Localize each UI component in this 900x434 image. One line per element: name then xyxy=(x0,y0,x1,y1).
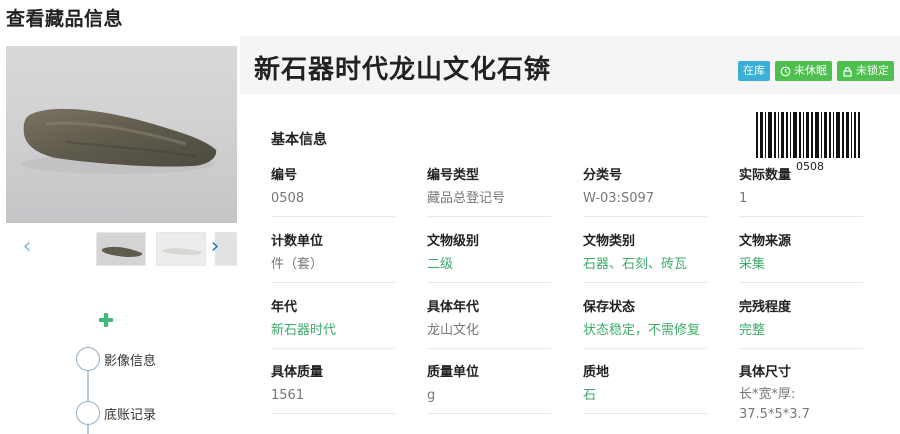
field-completeness: 完残程度 完整 xyxy=(739,296,863,349)
timeline-item-image-info[interactable]: 影像信息 xyxy=(104,350,156,369)
field-material: 质地 石 xyxy=(583,361,707,414)
lock-icon xyxy=(843,66,852,77)
badge-label: 未休眠 xyxy=(794,64,827,77)
field-specific-mass: 具体质量 1561 xyxy=(271,361,395,414)
field-label: 编号 xyxy=(271,168,298,183)
field-value: 长*宽*厚: 37.5*5*3.7 xyxy=(739,385,863,433)
gallery-next-button[interactable]: › xyxy=(208,236,222,258)
field-label: 文物类别 xyxy=(583,234,636,249)
field-value: 1 xyxy=(739,190,863,217)
field-label: 具体质量 xyxy=(271,365,324,380)
thumbnail-1[interactable] xyxy=(96,232,146,266)
page-title: 查看藏品信息 xyxy=(6,8,124,30)
status-badges: 在库 未休眠 未锁定 xyxy=(738,61,894,81)
section-title: 基本信息 xyxy=(271,132,327,148)
field-label: 计数单位 xyxy=(271,234,324,249)
size-line-1: 长*宽*厚: xyxy=(739,387,796,402)
field-label: 具体尺寸 xyxy=(739,365,792,380)
clock-icon xyxy=(780,66,791,76)
thumbnail-image xyxy=(102,246,143,257)
field-count-unit: 计数单位 件（套） xyxy=(271,230,395,283)
field-specific-era: 具体年代 龙山文化 xyxy=(427,296,551,349)
relic-name: 新石器时代龙山文化石锛 xyxy=(254,55,552,85)
timeline-item-ledger[interactable]: 底账记录 xyxy=(104,404,156,423)
field-value: 二级 xyxy=(427,256,551,283)
thumbnail-strip: ‹ › xyxy=(6,232,237,266)
field-preservation-status: 保存状态 状态稳定，不需修复 xyxy=(583,296,707,349)
field-label: 具体年代 xyxy=(427,300,480,315)
gallery-prev-button[interactable]: ‹ xyxy=(20,236,34,258)
field-mass-unit: 质量单位 g xyxy=(427,361,551,414)
field-relic-source: 文物来源 采集 xyxy=(739,230,863,283)
add-icon[interactable] xyxy=(98,312,114,328)
field-label: 质地 xyxy=(583,365,610,380)
field-value: 采集 xyxy=(739,256,863,283)
status-badge-unlocked: 未锁定 xyxy=(837,61,894,81)
field-value: g xyxy=(427,387,551,414)
thumbnail-image xyxy=(162,248,202,255)
field-era: 年代 新石器时代 xyxy=(271,296,395,349)
relic-main-image[interactable] xyxy=(6,46,237,223)
field-number: 编号 0508 xyxy=(271,164,395,217)
field-label: 保存状态 xyxy=(583,300,636,315)
field-label: 文物来源 xyxy=(739,234,792,249)
field-actual-quantity: 实际数量 1 xyxy=(739,164,863,217)
field-value: 件（套） xyxy=(271,256,395,283)
size-line-2: 37.5*5*3.7 xyxy=(739,407,810,422)
field-value: 石 xyxy=(583,387,707,414)
field-number-type: 编号类型 藏品总登记号 xyxy=(427,164,551,217)
status-badge-in-stock: 在库 xyxy=(738,61,770,81)
field-label: 年代 xyxy=(271,300,298,315)
thumbnail-2[interactable] xyxy=(156,232,206,266)
barcode-icon xyxy=(756,112,860,158)
field-label: 质量单位 xyxy=(427,365,480,380)
field-value: 完整 xyxy=(739,322,863,349)
field-value: 藏品总登记号 xyxy=(427,190,551,217)
field-value: W-03:S097 xyxy=(583,190,707,217)
field-label: 编号类型 xyxy=(427,168,480,183)
field-label: 实际数量 xyxy=(739,168,792,183)
field-value: 0508 xyxy=(271,190,395,217)
basic-info-card: 基本信息 0508 编号 0508 编号类型 藏品总登记号 分类号 W-03:S… xyxy=(240,94,900,434)
timeline-node xyxy=(76,401,100,425)
detail-panel: 新石器时代龙山文化石锛 在库 未休眠 未锁定 基本信息 0508 编号 0508… xyxy=(240,36,900,434)
field-value: 龙山文化 xyxy=(427,322,551,349)
field-value: 1561 xyxy=(271,387,395,414)
field-relic-category: 文物类别 石器、石刻、砖瓦 xyxy=(583,230,707,283)
status-badge-not-dormant: 未休眠 xyxy=(775,61,832,81)
field-relic-grade: 文物级别 二级 xyxy=(427,230,551,283)
field-value: 新石器时代 xyxy=(271,322,395,349)
field-label: 完残程度 xyxy=(739,300,792,315)
gallery-panel: ‹ › 影像信息 底账记录 xyxy=(0,36,240,434)
field-value: 石器、石刻、砖瓦 xyxy=(583,256,707,283)
field-specific-size: 具体尺寸 长*宽*厚: 37.5*5*3.7 xyxy=(739,361,863,433)
field-label: 分类号 xyxy=(583,168,623,183)
stone-adze-image xyxy=(22,108,217,174)
field-label: 文物级别 xyxy=(427,234,480,249)
badge-label: 未锁定 xyxy=(856,64,889,77)
timeline-node xyxy=(76,347,100,371)
field-value: 状态稳定，不需修复 xyxy=(583,322,707,349)
field-classification: 分类号 W-03:S097 xyxy=(583,164,707,217)
badge-label: 在库 xyxy=(743,64,765,77)
